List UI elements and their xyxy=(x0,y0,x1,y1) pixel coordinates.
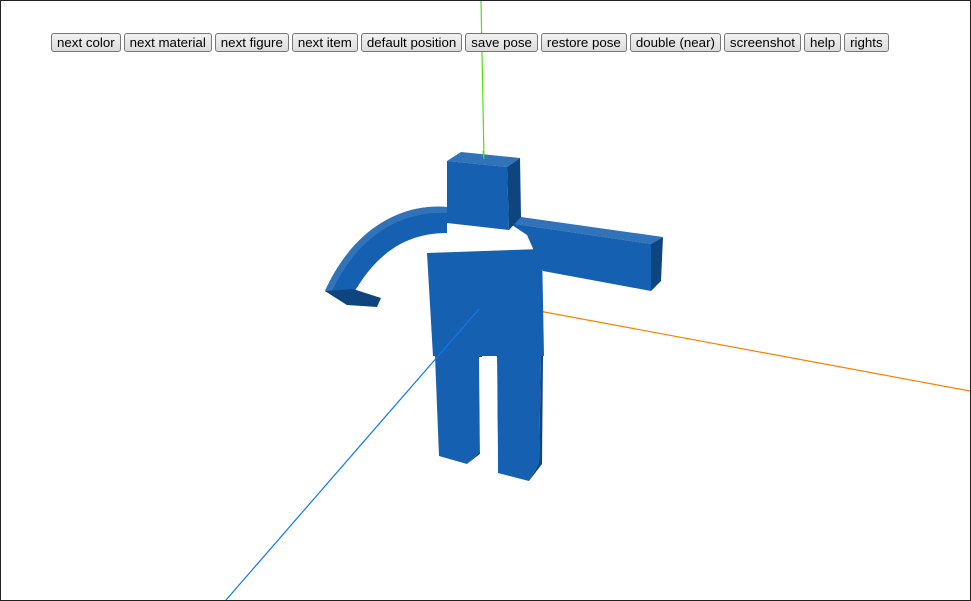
next-material-button[interactable]: next material xyxy=(123,33,212,52)
next-color-button[interactable]: next color xyxy=(51,33,121,52)
default-position-button[interactable]: default position xyxy=(360,33,463,52)
toolbar: next color next material next figure next i… xyxy=(51,33,889,52)
x-axis-line xyxy=(538,310,970,392)
double-near-button[interactable]: double (near) xyxy=(629,33,721,52)
next-item-button[interactable]: next item xyxy=(291,33,358,52)
right-arm-end xyxy=(651,237,663,291)
y-axis-line xyxy=(480,1,485,160)
head[interactable] xyxy=(447,161,509,230)
mannequin-figure[interactable] xyxy=(325,152,663,481)
help-button[interactable]: help xyxy=(803,33,842,52)
crotch-gap xyxy=(479,357,498,473)
next-figure-button[interactable]: next figure xyxy=(214,33,289,52)
torso[interactable] xyxy=(427,249,544,356)
screenshot-button[interactable]: screenshot xyxy=(723,33,801,52)
app-frame: next color next material next figure next i… xyxy=(0,0,971,601)
head-side xyxy=(507,158,521,230)
left-leg[interactable] xyxy=(435,356,480,464)
restore-pose-button[interactable]: restore pose xyxy=(540,33,627,52)
3d-viewport[interactable] xyxy=(1,1,970,600)
right-leg[interactable] xyxy=(497,356,541,481)
save-pose-button[interactable]: save pose xyxy=(465,33,538,52)
left-hand-end xyxy=(325,289,381,307)
rights-button[interactable]: rights xyxy=(844,33,889,52)
